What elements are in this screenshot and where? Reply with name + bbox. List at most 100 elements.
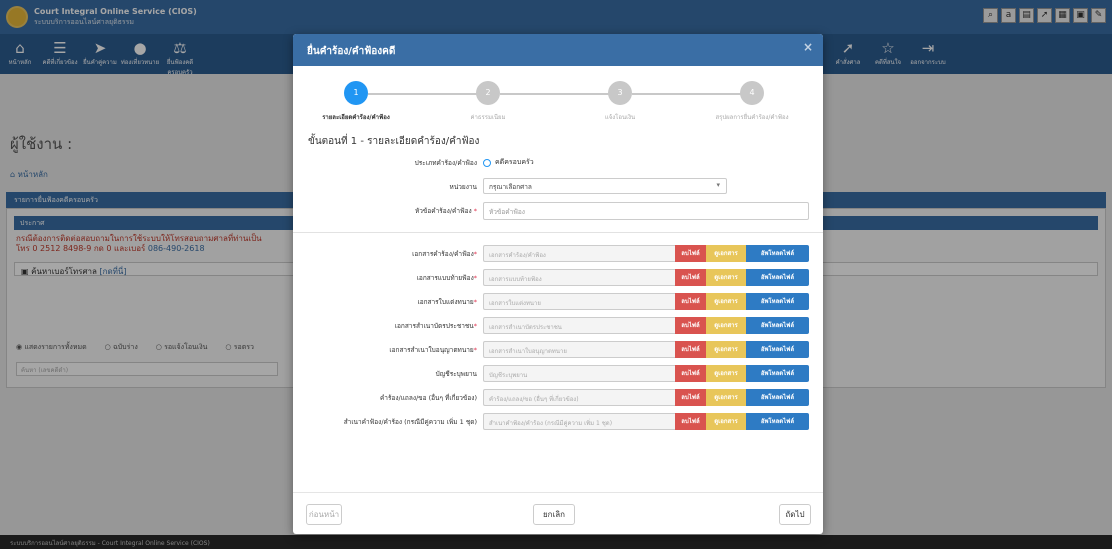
- modal-header: ยื่นคำร้อง/คำฟ้องคดี ×: [293, 34, 823, 66]
- document-file-input[interactable]: เอกสารสำเนาใบอนุญาตทนาย: [483, 341, 665, 358]
- document-label-text: คำร้อง/แถลง/ขอ (อื่นๆ ที่เกี่ยวข้อง): [379, 394, 477, 402]
- document-label: เอกสารสำเนาบัตรประชาชน*: [395, 321, 477, 331]
- document-label-text: เอกสารใบแต่งทนาย: [417, 298, 474, 306]
- type-label: ประเภทคำร้อง/คำฟ้อง: [414, 159, 477, 167]
- document-label: สำเนาคำฟ้อง/คำร้อง (กรณีมีคู่ความ เพิ่ม …: [344, 417, 477, 427]
- agency-select[interactable]: กรุณาเลือกศาล ▾: [483, 178, 727, 194]
- step-heading: ขั้นตอนที่ 1 - รายละเอียดคำร้อง/คำฟ้อง: [308, 136, 480, 147]
- document-label-text: สำเนาคำฟ้อง/คำร้อง (กรณีมีคู่ความ เพิ่ม …: [343, 418, 477, 426]
- subject-input[interactable]: หัวข้อคำฟ้อง: [483, 202, 809, 220]
- document-label-text: เอกสารแบบท้ายฟ้อง: [416, 274, 474, 282]
- upload-file-button[interactable]: อัพโหลดไฟล์: [746, 365, 809, 382]
- type-value: คดีครอบครัว: [495, 158, 534, 166]
- previous-button[interactable]: ก่อนหน้า: [306, 504, 342, 525]
- document-file-input[interactable]: คำร้อง/แถลง/ขอ (อื่นๆ ที่เกี่ยวข้อง): [483, 389, 665, 406]
- step-label: รายละเอียดคำร้อง/คำฟ้อง: [322, 114, 390, 121]
- required-mark: *: [473, 250, 477, 258]
- view-document-button[interactable]: ดูเอกสาร: [706, 341, 746, 358]
- step-circle: 2: [476, 81, 500, 105]
- agency-value: กรุณาเลือกศาล: [489, 183, 532, 191]
- upload-file-button[interactable]: อัพโหลดไฟล์: [746, 269, 809, 286]
- document-row: เอกสารใบแต่งทนาย* เอกสารใบแต่งทนาย ลบไฟล์ด…: [293, 291, 823, 315]
- document-label: บัญชีระบุพยาน: [436, 369, 477, 379]
- step-4: 4 สรุปผลการยื่นคำร้อง/คำฟ้อง: [692, 81, 812, 122]
- delete-file-button[interactable]: ลบไฟล์: [675, 413, 706, 430]
- type-row: ประเภทคำร้อง/คำฟ้อง คดีครอบครัว: [293, 152, 823, 176]
- view-document-button[interactable]: ดูเอกสาร: [706, 365, 746, 382]
- file-input-spacer: [665, 317, 675, 334]
- submit-case-modal: ยื่นคำร้อง/คำฟ้องคดี × 1 รายละเอียดคำร้อ…: [293, 34, 823, 534]
- view-document-button[interactable]: ดูเอกสาร: [706, 293, 746, 310]
- type-radio[interactable]: คดีครอบครัว: [483, 157, 534, 168]
- view-document-button[interactable]: ดูเอกสาร: [706, 389, 746, 406]
- cancel-button[interactable]: ยกเลิก: [533, 504, 575, 525]
- document-file-input[interactable]: สำเนาคำฟ้อง/คำร้อง (กรณีมีคู่ความ เพิ่ม …: [483, 413, 665, 430]
- delete-file-button[interactable]: ลบไฟล์: [675, 269, 706, 286]
- file-input-spacer: [665, 341, 675, 358]
- document-file-input[interactable]: เอกสารคำร้อง/คำฟ้อง: [483, 245, 665, 262]
- document-label-text: บัญชีระบุพยาน: [435, 370, 477, 378]
- step-2: 2 ค่าธรรมเนียม: [428, 81, 548, 122]
- required-mark: *: [473, 298, 477, 306]
- delete-file-button[interactable]: ลบไฟล์: [675, 389, 706, 406]
- document-label: เอกสารใบแต่งทนาย*: [418, 297, 478, 307]
- document-file-input[interactable]: เอกสารสำเนาบัตรประชาชน: [483, 317, 665, 334]
- next-button[interactable]: ถัดไป: [779, 504, 811, 525]
- upload-file-button[interactable]: อัพโหลดไฟล์: [746, 389, 809, 406]
- document-file-input[interactable]: เอกสารแบบท้ายฟ้อง: [483, 269, 665, 286]
- document-row: คำร้อง/แถลง/ขอ (อื่นๆ ที่เกี่ยวข้อง) คำร้…: [293, 387, 823, 411]
- delete-file-button[interactable]: ลบไฟล์: [675, 365, 706, 382]
- required-mark: *: [473, 207, 477, 215]
- document-row: เอกสารคำร้อง/คำฟ้อง* เอกสารคำร้อง/คำฟ้องล…: [293, 243, 823, 267]
- view-document-button[interactable]: ดูเอกสาร: [706, 269, 746, 286]
- modal-title: ยื่นคำร้อง/คำฟ้องคดี: [307, 46, 396, 57]
- document-label: เอกสารสำเนาใบอนุญาตทนาย*: [389, 345, 477, 355]
- view-document-button[interactable]: ดูเอกสาร: [706, 317, 746, 334]
- delete-file-button[interactable]: ลบไฟล์: [675, 245, 706, 262]
- upload-file-button[interactable]: อัพโหลดไฟล์: [746, 293, 809, 310]
- subject-label-text: หัวข้อคำร้อง/คำฟ้อง: [414, 207, 472, 215]
- upload-file-button[interactable]: อัพโหลดไฟล์: [746, 317, 809, 334]
- subject-row: หัวข้อคำร้อง/คำฟ้อง * หัวข้อคำฟ้อง: [293, 200, 823, 224]
- file-input-spacer: [665, 365, 675, 382]
- file-input-spacer: [665, 293, 675, 310]
- delete-file-button[interactable]: ลบไฟล์: [675, 317, 706, 334]
- view-document-button[interactable]: ดูเอกสาร: [706, 245, 746, 262]
- document-row: เอกสารแบบท้ายฟ้อง* เอกสารแบบท้ายฟ้อง ลบไฟล…: [293, 267, 823, 291]
- upload-file-button[interactable]: อัพโหลดไฟล์: [746, 413, 809, 430]
- upload-file-button[interactable]: อัพโหลดไฟล์: [746, 245, 809, 262]
- wizard-stepper: 1 รายละเอียดคำร้อง/คำฟ้อง 2 ค่าธรรมเนียม…: [293, 66, 823, 134]
- document-label-text: เอกสารคำร้อง/คำฟ้อง: [412, 250, 474, 258]
- document-label: คำร้อง/แถลง/ขอ (อื่นๆ ที่เกี่ยวข้อง): [380, 393, 477, 403]
- step-circle: 3: [608, 81, 632, 105]
- delete-file-button[interactable]: ลบไฟล์: [675, 293, 706, 310]
- subject-label: หัวข้อคำร้อง/คำฟ้อง *: [415, 206, 477, 216]
- chevron-down-icon: ▾: [716, 181, 720, 189]
- document-list: เอกสารคำร้อง/คำฟ้อง* เอกสารคำร้อง/คำฟ้องล…: [293, 243, 823, 435]
- document-file-input[interactable]: เอกสารใบแต่งทนาย: [483, 293, 665, 310]
- step-label: สรุปผลการยื่นคำร้อง/คำฟ้อง: [715, 114, 789, 121]
- document-label-text: เอกสารสำเนาใบอนุญาตทนาย: [389, 346, 474, 354]
- step-circle: 4: [740, 81, 764, 105]
- file-input-spacer: [665, 245, 675, 262]
- required-mark: *: [473, 322, 477, 330]
- section-divider: [293, 232, 823, 233]
- file-input-spacer: [665, 389, 675, 406]
- document-row: เอกสารสำเนาใบอนุญาตทนาย* เอกสารสำเนาใบอนุ…: [293, 339, 823, 363]
- file-input-spacer: [665, 269, 675, 286]
- document-row: บัญชีระบุพยาน บัญชีระบุพยาน ลบไฟล์ ดูเอกสาร…: [293, 363, 823, 387]
- step-1: 1 รายละเอียดคำร้อง/คำฟ้อง: [296, 81, 416, 122]
- delete-file-button[interactable]: ลบไฟล์: [675, 341, 706, 358]
- step-label: ค่าธรรมเนียม: [470, 114, 506, 121]
- modal-footer: ก่อนหน้า ยกเลิก ถัดไป: [293, 492, 823, 534]
- required-mark: *: [473, 346, 477, 354]
- required-mark: *: [473, 274, 477, 282]
- step-label: แจ้งโอนเงิน: [604, 114, 636, 121]
- document-file-input[interactable]: บัญชีระบุพยาน: [483, 365, 665, 382]
- document-label: เอกสารคำร้อง/คำฟ้อง*: [412, 249, 477, 259]
- file-input-spacer: [665, 413, 675, 430]
- view-document-button[interactable]: ดูเอกสาร: [706, 413, 746, 430]
- upload-file-button[interactable]: อัพโหลดไฟล์: [746, 341, 809, 358]
- document-label: เอกสารแบบท้ายฟ้อง*: [417, 273, 477, 283]
- close-icon[interactable]: ×: [803, 40, 813, 54]
